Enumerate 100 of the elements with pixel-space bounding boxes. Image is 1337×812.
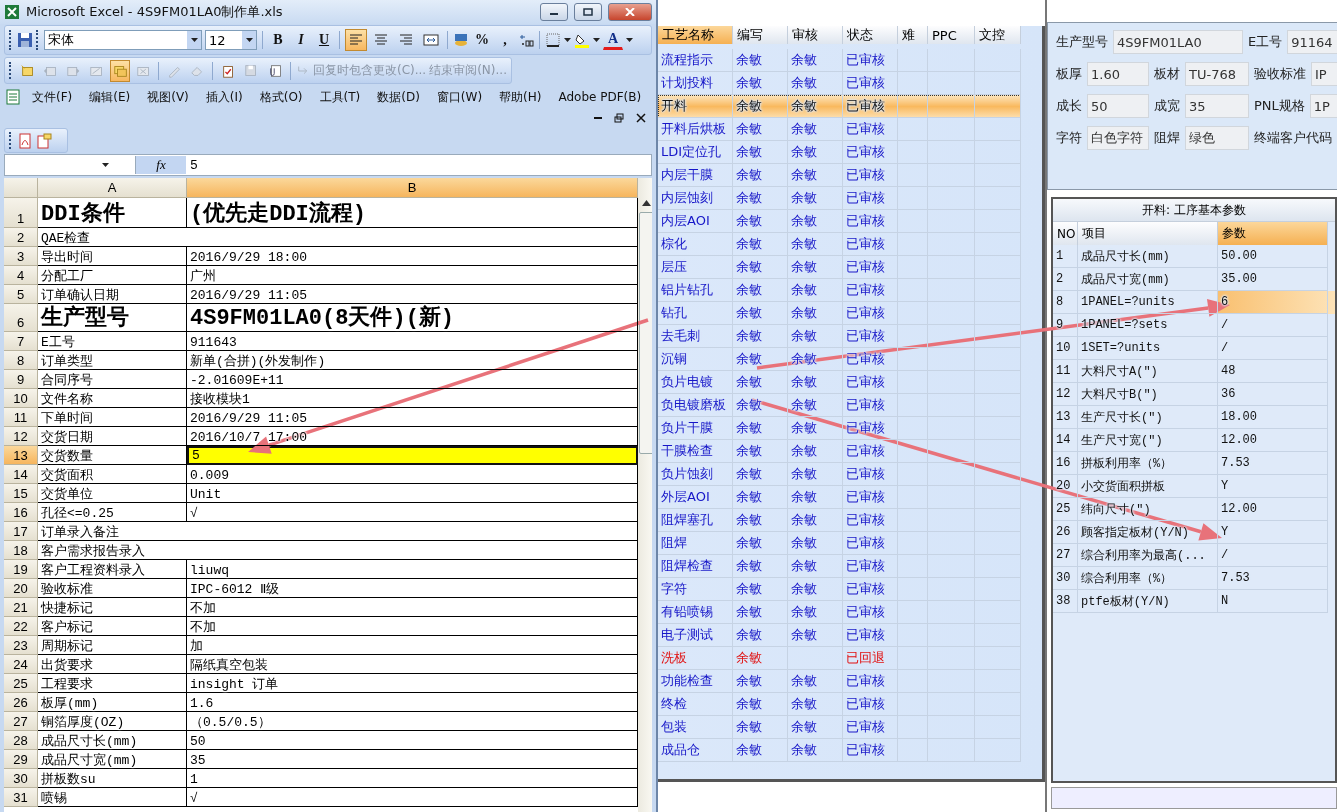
row-header[interactable]: 4 — [4, 266, 38, 285]
table-row[interactable]: 电子测试 余敏 余敏 已审核 — [658, 624, 1021, 647]
table-row[interactable]: 25 纬向尺寸(") 12.00 — [1053, 498, 1335, 521]
row-header[interactable]: 30 — [4, 769, 38, 788]
column-header[interactable]: NO — [1053, 222, 1078, 245]
row-header[interactable]: 26 — [4, 693, 38, 712]
text-field[interactable]: IP — [1311, 62, 1337, 86]
column-header[interactable]: 难 — [898, 26, 928, 44]
italic-button[interactable]: I — [291, 29, 311, 51]
underline-button[interactable]: U — [314, 29, 334, 51]
menu-item[interactable]: Adobe PDF(B) — [551, 90, 649, 104]
row-header[interactable]: 5 — [4, 285, 38, 304]
column-header[interactable]: B — [187, 178, 638, 198]
column-header[interactable]: 参数 — [1218, 222, 1328, 245]
row-header[interactable]: 10 — [4, 389, 38, 408]
row-header[interactable]: 18 — [4, 541, 38, 560]
text-field[interactable]: 50 — [1087, 94, 1149, 118]
row-header[interactable]: 12 — [4, 427, 38, 446]
row-header[interactable]: 3 — [4, 247, 38, 266]
table-row[interactable]: 27 综合利用率为最高(... / — [1053, 544, 1335, 567]
insert-function-button[interactable]: fx — [136, 156, 186, 174]
row-header[interactable]: 11 — [4, 408, 38, 427]
table-row[interactable]: 洗板 余敏 已回退 — [658, 647, 1021, 670]
column-header[interactable]: 状态 — [843, 26, 898, 44]
table-row[interactable]: 铝片钻孔 余敏 余敏 已审核 — [658, 279, 1021, 302]
table-row[interactable]: 开料后烘板 余敏 余敏 已审核 — [658, 118, 1021, 141]
text-field[interactable]: 白色字符 — [1087, 126, 1149, 150]
menu-item[interactable]: 编辑(E) — [82, 88, 138, 106]
review-toolbar-button[interactable] — [109, 59, 130, 82]
table-row[interactable]: 终检 余敏 余敏 已审核 — [658, 693, 1021, 716]
align-left-button[interactable] — [345, 29, 367, 51]
column-header[interactable]: A — [38, 178, 187, 198]
font-size-select[interactable]: 12 — [205, 30, 257, 50]
text-field[interactable]: 1.60 — [1087, 62, 1149, 86]
row-header[interactable]: 14 — [4, 465, 38, 484]
font-color-button[interactable]: A — [603, 30, 623, 50]
table-row[interactable]: 开料 余敏 余敏 已审核 — [658, 95, 1021, 118]
table-row[interactable]: 11 大料尺寸A(") 48 — [1053, 360, 1335, 383]
percent-button[interactable]: % — [472, 29, 492, 51]
table-row[interactable]: 外层AOI 余敏 余敏 已审核 — [658, 486, 1021, 509]
row-header[interactable]: 9 — [4, 370, 38, 389]
table-row[interactable]: 包装 余敏 余敏 已审核 — [658, 716, 1021, 739]
column-header[interactable]: 工艺名称 — [658, 26, 733, 44]
text-field[interactable]: 4S9FM01LA0 — [1113, 30, 1243, 54]
row-header[interactable]: 25 — [4, 674, 38, 693]
row-header[interactable]: 19 — [4, 560, 38, 579]
formula-field[interactable]: 5 — [186, 157, 651, 173]
table-row[interactable]: 阻焊 余敏 余敏 已审核 — [658, 532, 1021, 555]
row-header[interactable]: 15 — [4, 484, 38, 503]
row-header[interactable]: 17 — [4, 522, 38, 541]
menu-item[interactable]: 帮助(H) — [492, 88, 549, 106]
menu-item[interactable]: 视图(V) — [140, 88, 196, 106]
menu-item[interactable]: 插入(I) — [198, 88, 250, 106]
row-header[interactable]: 7 — [4, 332, 38, 351]
row-header[interactable]: 31 — [4, 788, 38, 807]
table-row[interactable]: 16 拼板利用率（%） 7.53 — [1053, 452, 1335, 475]
table-row[interactable]: 功能检查 余敏 余敏 已审核 — [658, 670, 1021, 693]
minimize-button[interactable] — [540, 3, 568, 21]
scrollbar[interactable] — [638, 178, 652, 812]
table-row[interactable]: 1 成品尺寸长(mm) 50.00 — [1053, 245, 1335, 268]
row-header[interactable]: 20 — [4, 579, 38, 598]
row-header[interactable]: 1 — [4, 198, 38, 228]
menu-item[interactable]: 工具(T) — [312, 88, 368, 106]
row-header[interactable]: 6 — [4, 304, 38, 332]
column-header[interactable]: PPC — [928, 26, 975, 44]
table-row[interactable]: 内层AOI 余敏 余敏 已审核 — [658, 210, 1021, 233]
row-header[interactable]: 2 — [4, 228, 38, 247]
row-header[interactable]: 27 — [4, 712, 38, 731]
table-row[interactable]: 20 小交货面积拼板 Y — [1053, 475, 1335, 498]
row-header[interactable]: 8 — [4, 351, 38, 370]
table-row[interactable]: 14 生产尺寸宽(") 12.00 — [1053, 429, 1335, 452]
row-header[interactable]: 22 — [4, 617, 38, 636]
table-row[interactable]: 阻焊检查 余敏 余敏 已审核 — [658, 555, 1021, 578]
menu-item[interactable]: 窗口(W) — [429, 88, 490, 106]
text-field[interactable]: 35 — [1185, 94, 1249, 118]
table-row[interactable]: 2 成品尺寸宽(mm) 35.00 — [1053, 268, 1335, 291]
column-header[interactable]: 文控 — [975, 26, 1021, 44]
row-header[interactable]: 21 — [4, 598, 38, 617]
table-row[interactable]: 干膜检查 余敏 余敏 已审核 — [658, 440, 1021, 463]
menu-item[interactable]: 数据(D) — [370, 88, 427, 106]
text-field[interactable]: 绿色 — [1185, 126, 1249, 150]
text-field[interactable]: 91164 — [1287, 30, 1337, 54]
comma-button[interactable]: , — [495, 29, 515, 51]
table-row[interactable]: 层压 余敏 余敏 已审核 — [658, 256, 1021, 279]
maximize-button[interactable] — [574, 3, 602, 21]
menu-item[interactable]: 格式(O) — [252, 88, 310, 106]
table-row[interactable]: 字符 余敏 余敏 已审核 — [658, 578, 1021, 601]
row-header[interactable]: 23 — [4, 636, 38, 655]
text-field[interactable]: 1P — [1309, 94, 1337, 118]
table-row[interactable]: 38 ptfe板材(Y/N) N — [1053, 590, 1335, 613]
font-select[interactable]: 宋体 — [44, 30, 202, 50]
table-row[interactable]: 成品仓 余敏 余敏 已审核 — [658, 739, 1021, 762]
row-header[interactable]: 29 — [4, 750, 38, 769]
table-row[interactable]: 13 生产尺寸长(") 18.00 — [1053, 406, 1335, 429]
text-field[interactable]: TU-768 — [1185, 62, 1249, 86]
table-row[interactable]: 阻焊塞孔 余敏 余敏 已审核 — [658, 509, 1021, 532]
column-header[interactable]: 审核 — [788, 26, 843, 44]
table-row[interactable]: 去毛刺 余敏 余敏 已审核 — [658, 325, 1021, 348]
table-row[interactable]: 12 大料尺寸B(") 36 — [1053, 383, 1335, 406]
close-button[interactable] — [608, 3, 652, 21]
